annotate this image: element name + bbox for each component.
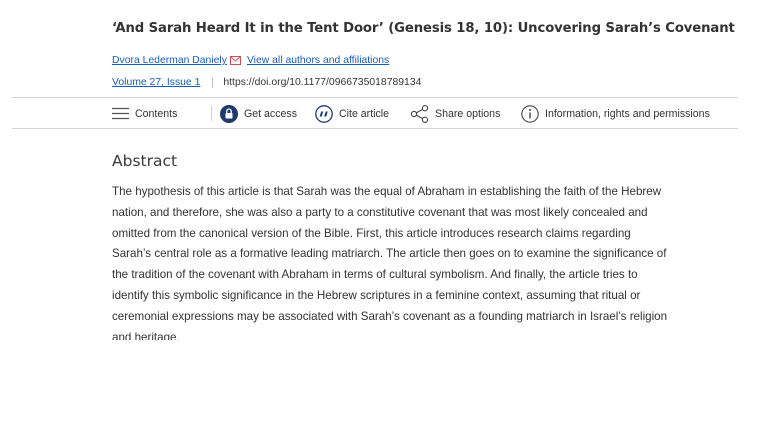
abstract-line: The hypothesis of this article is that S… (112, 185, 662, 198)
abstract-line: omitted from the canonical version of th… (112, 226, 631, 240)
abstract-line: ceremonial expressions may be associated… (112, 309, 668, 323)
cite-label: Cite article (339, 107, 390, 120)
author-link[interactable]: Dvora Lederman Daniely (112, 55, 227, 66)
doi-text[interactable]: https://doi.org/10.1177/0966735018789134 (223, 77, 421, 88)
quote-icon (315, 104, 333, 123)
view-authors-link[interactable]: View all authors and affiliations (247, 55, 389, 66)
mail-icon[interactable] (229, 56, 241, 65)
info-rights-button[interactable]: Information, rights and permissions (521, 98, 710, 129)
article-toolbar: Contents Get access Cite article Share o… (12, 97, 738, 129)
share-options-button[interactable]: Share options (410, 98, 500, 129)
abstract-line: and heritage. (112, 330, 180, 340)
lock-icon (220, 104, 238, 123)
abstract-line: Sarah’s central role as a formative lead… (112, 247, 667, 261)
volume-line: Volume 27, Issue 1 https://doi.org/10.11… (112, 77, 421, 88)
author-line: Dvora Lederman Daniely View all authors … (112, 55, 389, 66)
cite-article-button[interactable]: Cite article (315, 98, 389, 129)
abstract-body: The hypothesis of this article is that S… (112, 182, 712, 340)
volume-issue-link[interactable]: Volume 27, Issue 1 (112, 77, 200, 88)
abstract-heading: Abstract (112, 152, 178, 170)
contents-button[interactable]: Contents (112, 98, 177, 129)
share-icon (410, 104, 429, 123)
get-access-button[interactable]: Get access (220, 98, 297, 129)
abstract-line: the tradition of the covenant with Abrah… (112, 268, 638, 282)
get-access-label: Get access (244, 107, 297, 120)
abstract-line: identify this symbolic significance in t… (112, 288, 641, 302)
article-page: ‘And Sarah Heard It in the Tent Door’ (G… (0, 0, 768, 429)
share-label: Share options (435, 107, 501, 120)
separator (212, 77, 214, 88)
contents-label: Contents (135, 107, 178, 120)
article-title: ‘And Sarah Heard It in the Tent Door’ (G… (112, 21, 735, 36)
info-icon (521, 104, 539, 123)
abstract-line: nation, and therefore, she was also a pa… (112, 205, 648, 219)
toolbar-divider (211, 106, 212, 121)
info-label: Information, rights and permissions (545, 107, 710, 120)
list-icon (112, 107, 129, 120)
